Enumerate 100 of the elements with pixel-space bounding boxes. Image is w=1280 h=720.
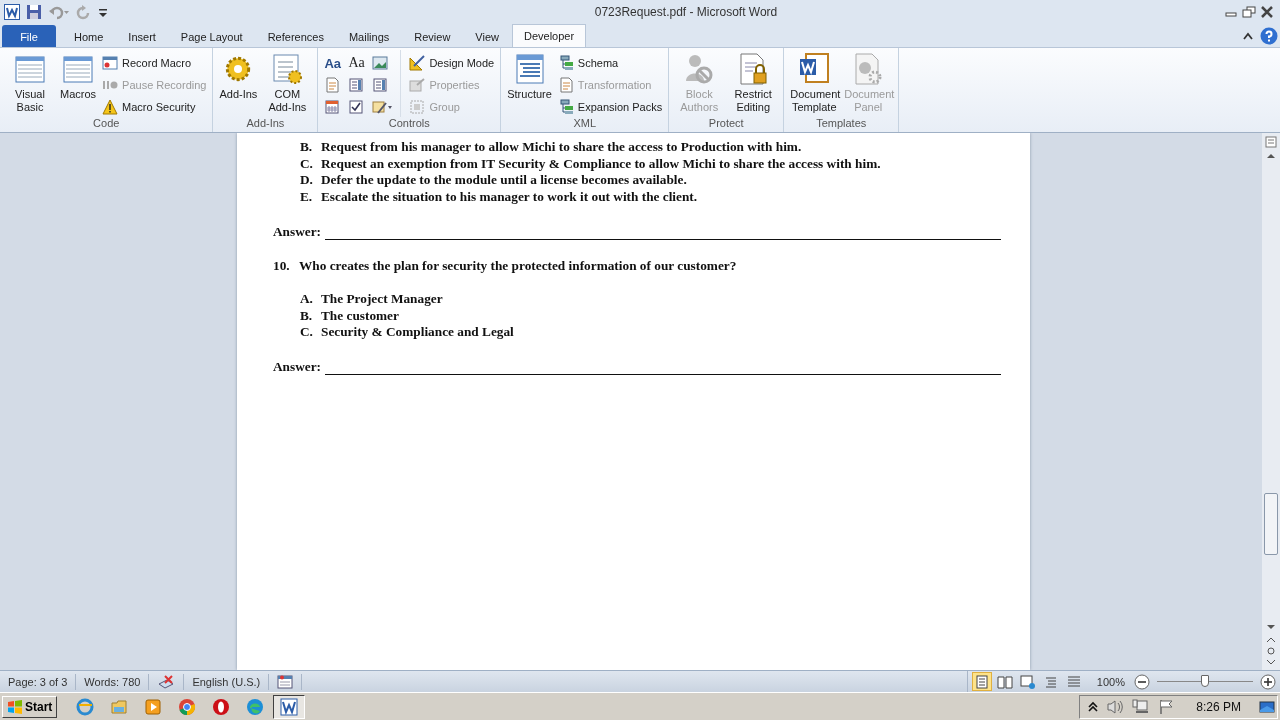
ribbon-button[interactable]: Structure bbox=[505, 50, 554, 116]
group-label: Add-Ins bbox=[245, 117, 286, 131]
browser-icon bbox=[76, 697, 95, 716]
checkbox-icon bbox=[348, 99, 365, 115]
ribbon-button[interactable]: Schema bbox=[555, 52, 665, 73]
proofing-icon bbox=[157, 673, 176, 690]
window-icon bbox=[102, 54, 119, 71]
speaker-icon bbox=[1106, 698, 1125, 715]
ribbon-button[interactable]: Macros bbox=[58, 50, 99, 116]
word-icon bbox=[280, 697, 299, 716]
word-icon bbox=[4, 4, 20, 20]
draft-icon bbox=[1065, 673, 1082, 690]
tree-icon bbox=[557, 98, 574, 115]
answer-label: Answer: bbox=[273, 222, 321, 240]
save-icon bbox=[26, 4, 42, 20]
document-icon bbox=[798, 53, 831, 85]
print-layout-icon bbox=[973, 673, 990, 690]
structure-icon bbox=[513, 53, 546, 85]
group-label: XML bbox=[572, 117, 598, 131]
opera-icon bbox=[212, 697, 231, 716]
calendar-icon bbox=[324, 99, 341, 115]
ribbon-button[interactable]: Design Mode bbox=[407, 52, 497, 73]
browse-object-icon bbox=[1264, 646, 1278, 656]
macro-record-icon bbox=[277, 673, 294, 690]
group-label: Code bbox=[92, 117, 121, 131]
group-label: Protect bbox=[707, 117, 745, 131]
document-icon bbox=[324, 77, 341, 93]
zoom-out-icon bbox=[1134, 673, 1150, 690]
ribbon-button[interactable]: Expansion Packs bbox=[555, 96, 665, 117]
scrollbar-thumb[interactable] bbox=[1264, 493, 1278, 555]
option-letter: D. bbox=[300, 172, 314, 190]
collapse-ribbon-icon bbox=[1242, 31, 1254, 41]
ruler-icon bbox=[409, 54, 426, 71]
ribbon-button[interactable]: Macro Security bbox=[100, 96, 209, 117]
ribbon-tab[interactable]: Page Layout bbox=[168, 25, 255, 47]
ribbon-button[interactable]: Record Macro bbox=[100, 52, 209, 73]
ribbon-tab[interactable]: Review bbox=[402, 25, 463, 47]
ribbon-tab[interactable]: Mailings bbox=[336, 25, 402, 47]
warning-icon bbox=[102, 98, 119, 115]
restore-icon bbox=[1242, 6, 1256, 18]
taskbar-app[interactable] bbox=[273, 694, 306, 719]
table-icon bbox=[62, 53, 95, 85]
question-text: Who creates the plan for security the protected information of our customer? bbox=[299, 256, 737, 274]
show-desktop-icon bbox=[1259, 698, 1275, 715]
lock-icon bbox=[737, 53, 770, 85]
ribbon-button[interactable]: COM Add-Ins bbox=[261, 50, 314, 116]
ribbon-button[interactable]: Restrict Editing bbox=[727, 50, 780, 116]
ribbon-tab[interactable]: References bbox=[255, 25, 336, 47]
ribbon-button[interactable]: Visual Basic bbox=[4, 50, 56, 116]
zoom-slider-thumb[interactable] bbox=[1201, 675, 1209, 687]
reading-view-icon bbox=[996, 673, 1013, 690]
zoom-in-icon bbox=[1260, 673, 1276, 690]
answer-label: Answer: bbox=[273, 357, 321, 375]
ribbon-tab[interactable]: View bbox=[463, 25, 511, 47]
option-letter: C. bbox=[300, 324, 314, 341]
ribbon-tab[interactable]: Home bbox=[62, 25, 116, 47]
option-letter: B. bbox=[300, 307, 314, 325]
ribbon-button[interactable]: Add-Ins bbox=[217, 50, 260, 116]
control-button[interactable] bbox=[370, 98, 393, 116]
ribbon-tab[interactable]: Developer bbox=[512, 24, 587, 47]
list-icon bbox=[372, 77, 389, 93]
document-icon bbox=[557, 76, 574, 93]
option-letter: B. bbox=[300, 139, 314, 156]
group-label: Controls bbox=[387, 117, 431, 131]
help-icon bbox=[1260, 27, 1278, 45]
option-text: The Project Manager bbox=[321, 290, 443, 308]
web-layout-icon bbox=[1019, 673, 1036, 690]
file-tab[interactable]: File bbox=[2, 25, 56, 47]
view-button[interactable] bbox=[971, 672, 992, 691]
word-count[interactable]: Words: 780 bbox=[76, 673, 150, 690]
checklist-icon bbox=[271, 53, 304, 85]
control-button[interactable]: Aa bbox=[322, 54, 345, 72]
question-number: 10. bbox=[273, 256, 291, 274]
tree-icon bbox=[557, 54, 574, 71]
start-button[interactable]: Start bbox=[2, 695, 58, 718]
option-letter: C. bbox=[300, 155, 314, 173]
option-text: Request an exemption from IT Security & Compliance to allow Michi to share the access with him. bbox=[321, 155, 881, 173]
folder-icon bbox=[110, 697, 129, 716]
close-icon bbox=[1260, 6, 1274, 18]
table-icon bbox=[14, 53, 46, 85]
windows-logo-icon bbox=[7, 698, 23, 715]
ribbon-tab[interactable]: Insert bbox=[116, 25, 168, 47]
option-text: Request from his manager to allow Michi to share the access to Production with him. bbox=[321, 139, 802, 156]
page-count[interactable]: Page: 3 of 3 bbox=[0, 673, 77, 690]
list-icon bbox=[348, 77, 365, 93]
language-indicator[interactable]: English (U.S.) bbox=[184, 673, 270, 690]
group-icon bbox=[409, 98, 426, 115]
edge-icon bbox=[246, 697, 265, 716]
option-text: The customer bbox=[321, 307, 399, 325]
properties-icon bbox=[409, 76, 426, 93]
view-button[interactable] bbox=[1017, 672, 1038, 691]
option-letter: E. bbox=[300, 189, 314, 206]
option-text: Escalate the situation to his manager to work it out with the client. bbox=[321, 189, 698, 206]
show-hidden-icon bbox=[1088, 699, 1099, 714]
ribbon-button[interactable]: Document Template bbox=[788, 50, 841, 116]
option-text: Defer the update to the module until a license becomes available. bbox=[321, 172, 687, 190]
window-title: 0723Request.pdf - Microsoft Word bbox=[593, 5, 779, 19]
control-button[interactable]: Aa bbox=[346, 54, 369, 72]
undo-icon bbox=[48, 4, 70, 20]
zoom-level[interactable]: 100% bbox=[1086, 675, 1131, 688]
